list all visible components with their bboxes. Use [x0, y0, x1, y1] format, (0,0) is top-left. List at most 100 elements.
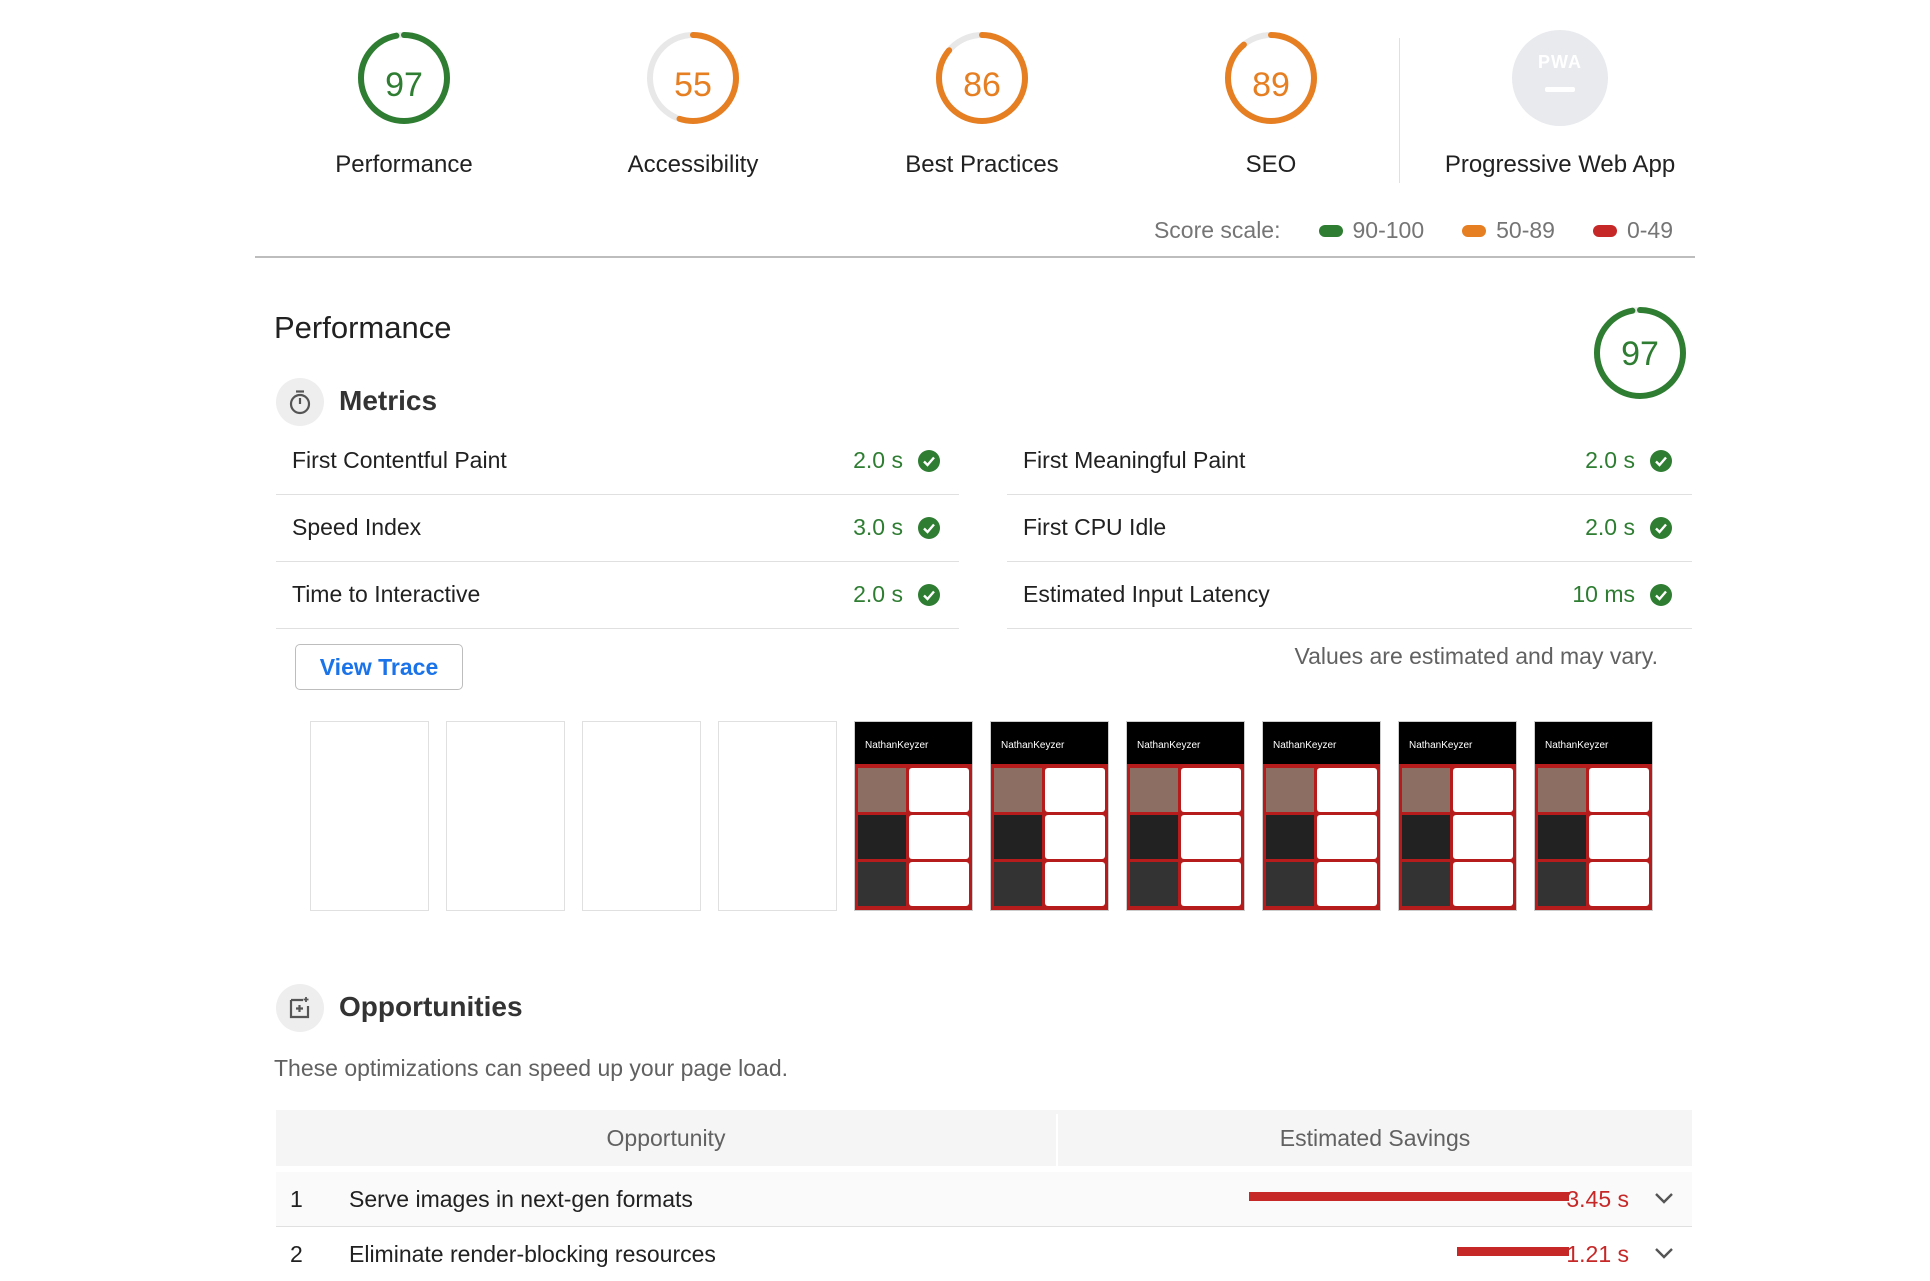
- range-label: 0-49: [1626, 217, 1673, 243]
- gauge-label: Progressive Web App: [1444, 151, 1676, 178]
- frame-body: [991, 764, 1108, 910]
- filmstrip-frame: NathanKeyzer: [1398, 721, 1517, 911]
- performance-score-gauge: 97: [1592, 305, 1688, 401]
- gauge-score: 89: [1252, 66, 1290, 104]
- metrics-title: Metrics: [339, 385, 438, 416]
- filmstrip-frame: NathanKeyzer: [1126, 721, 1245, 911]
- estimate-note: Values are estimated and may vary.: [1294, 643, 1659, 669]
- metric-speed-index: Speed Index 3.0 s: [276, 495, 959, 562]
- gauge-score: 86: [963, 66, 1001, 104]
- opportunities-table-header: Opportunity Estimated Savings: [276, 1110, 1692, 1166]
- filmstrip-frame: [582, 721, 701, 911]
- frame-body: [1127, 764, 1244, 910]
- gauge-accessibility[interactable]: 55 Accessibility: [563, 30, 823, 190]
- gauge-label: Performance: [335, 151, 473, 178]
- metric-name: First Meaningful Paint: [1023, 447, 1246, 473]
- metric-time-to-interactive: Time to Interactive 2.0 s: [276, 562, 959, 629]
- savings-bar: [1456, 1247, 1569, 1256]
- gauge-label: Best Practices: [905, 151, 1059, 178]
- chevron-down-icon[interactable]: [1652, 1243, 1676, 1263]
- savings-bar: [1249, 1192, 1569, 1201]
- metric-value: 2.0 s: [853, 581, 903, 607]
- metric-first-meaningful-paint: First Meaningful Paint 2.0 s: [1007, 428, 1692, 495]
- opportunity-title: Eliminate render-blocking resources: [349, 1241, 716, 1267]
- column-header-opportunity: Opportunity: [606, 1125, 726, 1151]
- filmstrip-frame: [310, 721, 429, 911]
- metric-first-contentful-paint: First Contentful Paint 2.0 s: [276, 428, 959, 495]
- metric-name: First Contentful Paint: [292, 447, 507, 473]
- opportunity-title: Serve images in next-gen formats: [349, 1186, 693, 1212]
- filmstrip-frame: NathanKeyzer: [1262, 721, 1381, 911]
- filmstrip-frame: NathanKeyzer: [854, 721, 973, 911]
- score-scale: Score scale: 90-100 50-89 0-49: [1154, 217, 1673, 244]
- gauge-label: Accessibility: [627, 151, 759, 178]
- check-icon: [1650, 450, 1672, 472]
- frame-body: [1399, 764, 1516, 910]
- frame-header: NathanKeyzer: [991, 722, 1108, 764]
- opportunity-row[interactable]: 1 Serve images in next-gen formats 3.45 …: [276, 1172, 1692, 1227]
- opportunities-description: These optimizations can speed up your pa…: [274, 1055, 788, 1081]
- opportunities-icon: [276, 984, 324, 1032]
- score-scale-range: 50-89: [1462, 217, 1555, 244]
- opportunity-index: 1: [290, 1186, 303, 1212]
- score-scale-label: Score scale:: [1153, 217, 1281, 243]
- frame-body: [855, 764, 972, 910]
- stopwatch-icon: [276, 378, 324, 426]
- metric-first-cpu-idle: First CPU Idle 2.0 s: [1007, 495, 1692, 562]
- pass-pill-icon: [1318, 224, 1343, 237]
- frame-header: NathanKeyzer: [855, 722, 972, 764]
- metric-value: 10 ms: [1572, 581, 1635, 607]
- metric-name: Speed Index: [292, 514, 422, 540]
- score-scale-range: 90-100: [1318, 217, 1425, 244]
- check-icon: [918, 517, 940, 539]
- check-icon: [918, 450, 940, 472]
- pwa-dash-icon: [1545, 87, 1575, 92]
- gauge-divider: [1399, 38, 1400, 183]
- range-label: 90-100: [1352, 217, 1425, 243]
- column-header-savings: Estimated Savings: [1279, 1125, 1471, 1151]
- frame-site-name: NathanKeyzer: [1545, 740, 1609, 751]
- header-divider: [255, 256, 1695, 258]
- fail-pill-icon: [1592, 224, 1617, 237]
- view-trace-button[interactable]: View Trace: [295, 644, 463, 690]
- frame-site-name: NathanKeyzer: [1137, 740, 1201, 751]
- metric-name: Estimated Input Latency: [1023, 581, 1270, 607]
- metric-value: 2.0 s: [1585, 514, 1635, 540]
- score-scale-range: 0-49: [1592, 217, 1673, 244]
- filmstrip-frame: [446, 721, 565, 911]
- savings-value: 1.21 s: [1566, 1241, 1629, 1267]
- check-icon: [1650, 584, 1672, 606]
- range-label: 50-89: [1496, 217, 1555, 243]
- frame-header: NathanKeyzer: [1399, 722, 1516, 764]
- gauge-performance[interactable]: 97 Performance: [274, 30, 534, 190]
- frame-site-name: NathanKeyzer: [1001, 740, 1065, 751]
- pwa-badge-text: PWA: [1537, 52, 1582, 72]
- gauge-score: 55: [674, 66, 712, 104]
- filmstrip-frame: NathanKeyzer: [990, 721, 1109, 911]
- check-icon: [1650, 517, 1672, 539]
- opportunity-index: 2: [290, 1241, 303, 1267]
- gauge-seo[interactable]: 89 SEO: [1141, 30, 1401, 190]
- chevron-down-icon[interactable]: [1652, 1188, 1676, 1208]
- frame-site-name: NathanKeyzer: [1409, 740, 1473, 751]
- savings-value: 3.45 s: [1566, 1186, 1629, 1212]
- opportunities-title: Opportunities: [339, 991, 523, 1022]
- opportunity-row[interactable]: 2 Eliminate render-blocking resources 1.…: [276, 1227, 1692, 1281]
- frame-site-name: NathanKeyzer: [1273, 740, 1337, 751]
- metric-value: 2.0 s: [1585, 447, 1635, 473]
- gauge-best-practices[interactable]: 86 Best Practices: [852, 30, 1112, 190]
- gauge-score: 97: [385, 66, 423, 104]
- filmstrip-frame: NathanKeyzer: [1534, 721, 1653, 911]
- section-title-performance: Performance: [274, 310, 452, 345]
- gauge-pwa[interactable]: PWA Progressive Web App: [1430, 30, 1690, 190]
- frame-body: [1535, 764, 1652, 910]
- frame-header: NathanKeyzer: [1535, 722, 1652, 764]
- check-icon: [918, 584, 940, 606]
- metric-value: 2.0 s: [853, 447, 903, 473]
- metric-name: Time to Interactive: [292, 581, 481, 607]
- frame-body: [1263, 764, 1380, 910]
- metric-value: 3.0 s: [853, 514, 903, 540]
- metric-estimated-input-latency: Estimated Input Latency 10 ms: [1007, 562, 1692, 629]
- frame-header: NathanKeyzer: [1263, 722, 1380, 764]
- filmstrip-frame: [718, 721, 837, 911]
